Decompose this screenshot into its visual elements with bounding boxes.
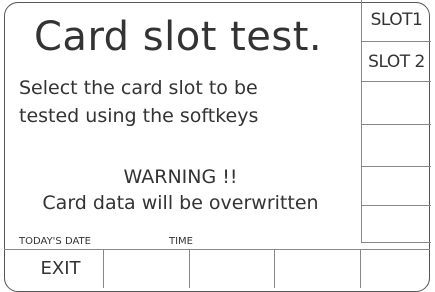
softkey-bottom-2[interactable] [104,249,190,288]
softkey-slot1[interactable]: SLOT1 [361,0,431,42]
instruction-line-2: tested using the softkeys [19,105,259,127]
softkey-bottom-5[interactable] [361,249,431,288]
warning-message: Card data will be overwritten [42,192,319,214]
softkey-right-6[interactable] [361,206,431,243]
right-softkey-column: SLOT1 SLOT 2 [361,0,431,243]
softkey-right-3[interactable] [361,82,431,125]
softkey-right-5[interactable] [361,167,431,206]
softkey-right-4[interactable] [361,125,431,167]
softkey-bottom-4[interactable] [275,249,361,288]
bottom-softkey-row: EXIT [0,249,435,288]
exit-button[interactable]: EXIT [18,249,104,288]
instruction-line-1: Select the card slot to be [19,77,258,99]
softkey-slot2[interactable]: SLOT 2 [361,42,431,82]
warning-heading: WARNING !! [123,166,238,188]
softkey-bottom-3[interactable] [190,249,275,288]
todays-date-label: TODAY'S DATE [19,236,91,247]
page-title: Card slot test. [34,14,323,60]
time-label: TIME [169,236,194,247]
